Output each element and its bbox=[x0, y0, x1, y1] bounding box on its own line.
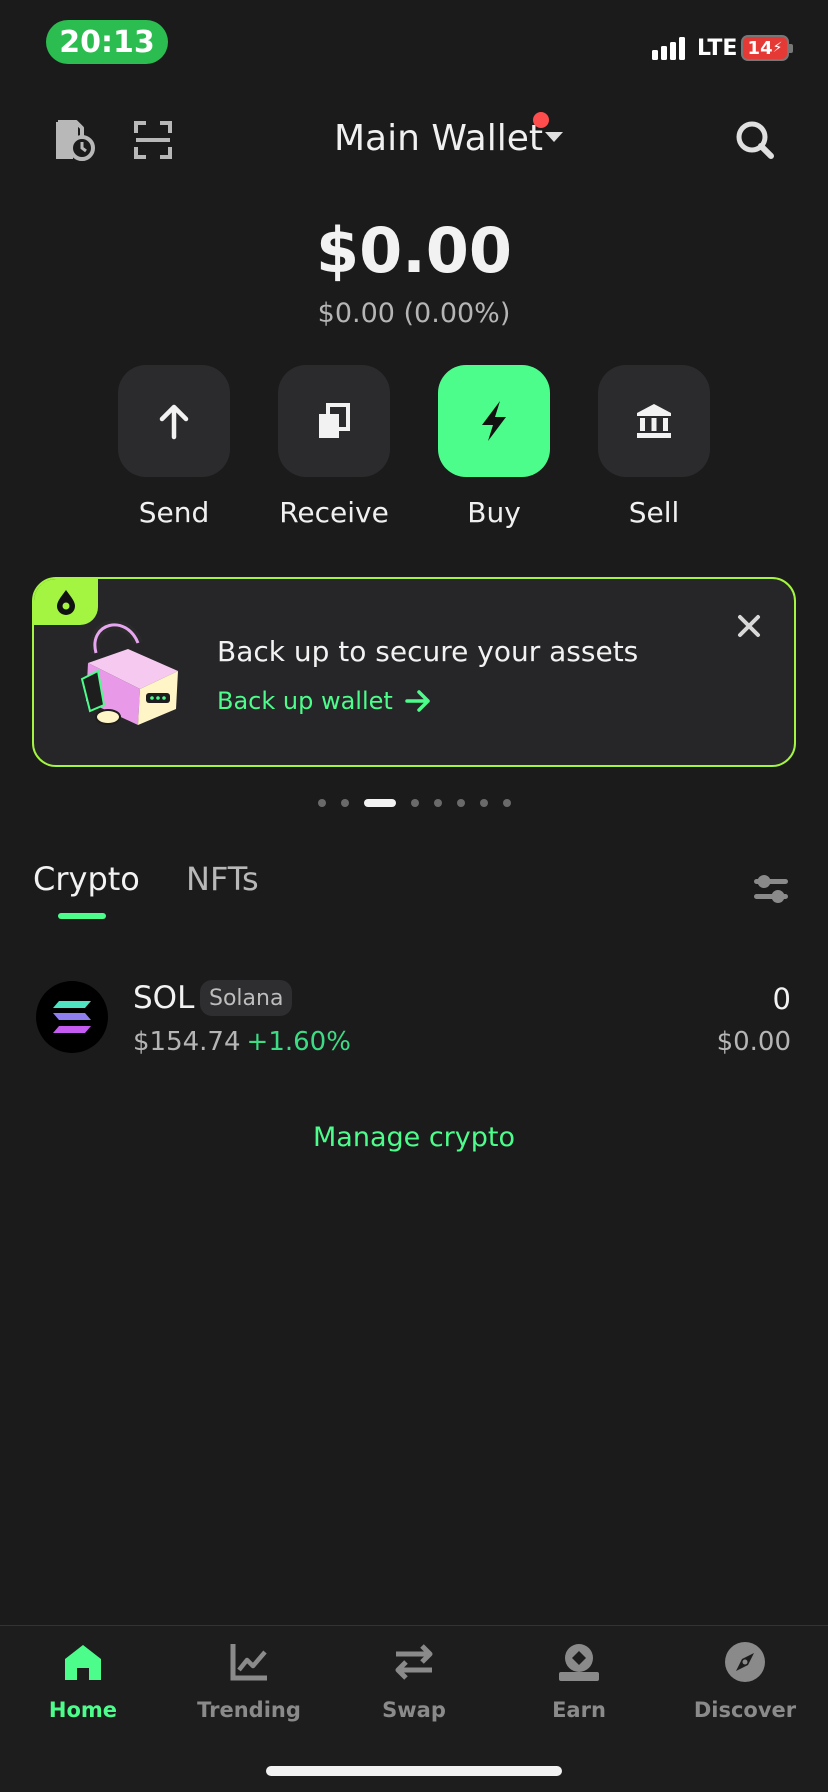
search-icon[interactable] bbox=[734, 119, 776, 161]
nav-trending[interactable]: Trending bbox=[166, 1640, 332, 1722]
token-price: $154.74 bbox=[133, 1027, 241, 1057]
token-value: $0.00 bbox=[716, 1027, 791, 1057]
nav-swap[interactable]: Swap bbox=[331, 1640, 497, 1722]
swap-icon bbox=[395, 1644, 433, 1680]
tab-indicator bbox=[58, 913, 106, 919]
carousel-dot bbox=[456, 799, 465, 807]
battery-charging-icon: 14 ⚡ bbox=[741, 35, 789, 61]
chart-icon bbox=[230, 1644, 267, 1681]
sliders-icon[interactable] bbox=[752, 870, 790, 908]
lightning-icon bbox=[482, 401, 506, 441]
nav-earn-label: Earn bbox=[552, 1698, 606, 1722]
nav-discover[interactable]: Discover bbox=[662, 1640, 828, 1722]
banner-title: Back up to secure your assets bbox=[217, 635, 639, 668]
backup-wallet-label: Back up wallet bbox=[217, 687, 393, 715]
balance-change: $0.00 (0.00%) bbox=[317, 298, 511, 329]
send-label: Send bbox=[138, 496, 210, 529]
arrow-right-icon bbox=[405, 690, 430, 712]
send-button[interactable] bbox=[118, 365, 230, 477]
signal-icon bbox=[652, 37, 685, 60]
battery-nub bbox=[789, 44, 793, 53]
backup-banner[interactable]: Back up to secure your assets Back up wa… bbox=[32, 577, 796, 767]
carousel-dot bbox=[410, 799, 419, 807]
manage-crypto-button[interactable]: Manage crypto bbox=[0, 1122, 828, 1153]
earn-icon bbox=[559, 1644, 599, 1681]
carousel-dot bbox=[502, 799, 511, 807]
chevron-down-icon[interactable] bbox=[545, 132, 563, 142]
buy-label: Buy bbox=[467, 496, 521, 529]
notification-dot bbox=[533, 112, 549, 128]
nav-home[interactable]: Home bbox=[0, 1640, 166, 1722]
carousel-dot bbox=[317, 799, 326, 807]
carousel-dot-active bbox=[363, 799, 396, 807]
bank-icon bbox=[637, 404, 671, 438]
sell-button[interactable] bbox=[598, 365, 710, 477]
close-icon[interactable] bbox=[734, 611, 764, 641]
nav-trending-label: Trending bbox=[197, 1698, 301, 1722]
history-icon[interactable] bbox=[53, 119, 95, 161]
nav-discover-label: Discover bbox=[693, 1698, 797, 1722]
padlock-illustration bbox=[80, 620, 178, 725]
compass-icon bbox=[725, 1642, 765, 1682]
tab-crypto[interactable]: Crypto bbox=[33, 860, 140, 898]
nav-swap-label: Swap bbox=[382, 1698, 446, 1722]
token-amount: 0 bbox=[772, 982, 791, 1016]
carousel-indicator bbox=[0, 799, 828, 807]
home-indicator bbox=[266, 1766, 562, 1776]
token-price-line: $154.74 +1.60% bbox=[133, 1027, 351, 1057]
carousel-dot bbox=[433, 799, 442, 807]
arrow-up-icon bbox=[159, 404, 189, 440]
nav-home-label: Home bbox=[48, 1698, 118, 1722]
backup-wallet-link[interactable]: Back up wallet bbox=[217, 687, 431, 715]
buy-button[interactable] bbox=[438, 365, 550, 477]
copy-icon bbox=[319, 403, 350, 438]
status-time: 20:13 bbox=[46, 20, 168, 64]
receive-button[interactable] bbox=[278, 365, 390, 477]
wallet-selector[interactable]: Main Wallet bbox=[334, 118, 543, 159]
total-balance: $0.00 bbox=[315, 214, 513, 287]
network-type: LTE bbox=[697, 36, 738, 61]
tab-nfts[interactable]: NFTs bbox=[186, 860, 259, 898]
token-symbol[interactable]: SOL bbox=[133, 980, 194, 1016]
scan-icon[interactable] bbox=[132, 119, 174, 161]
receive-label: Receive bbox=[279, 496, 389, 529]
nav-earn[interactable]: Earn bbox=[496, 1640, 662, 1722]
home-icon bbox=[65, 1645, 101, 1680]
carousel-dot bbox=[340, 799, 349, 807]
solana-logo-icon[interactable] bbox=[36, 981, 108, 1053]
battery-level: 14 bbox=[747, 37, 773, 59]
token-change: +1.60% bbox=[246, 1027, 351, 1057]
carousel-dot bbox=[479, 799, 488, 807]
token-chain-badge: Solana bbox=[200, 980, 293, 1016]
sell-label: Sell bbox=[628, 496, 680, 529]
